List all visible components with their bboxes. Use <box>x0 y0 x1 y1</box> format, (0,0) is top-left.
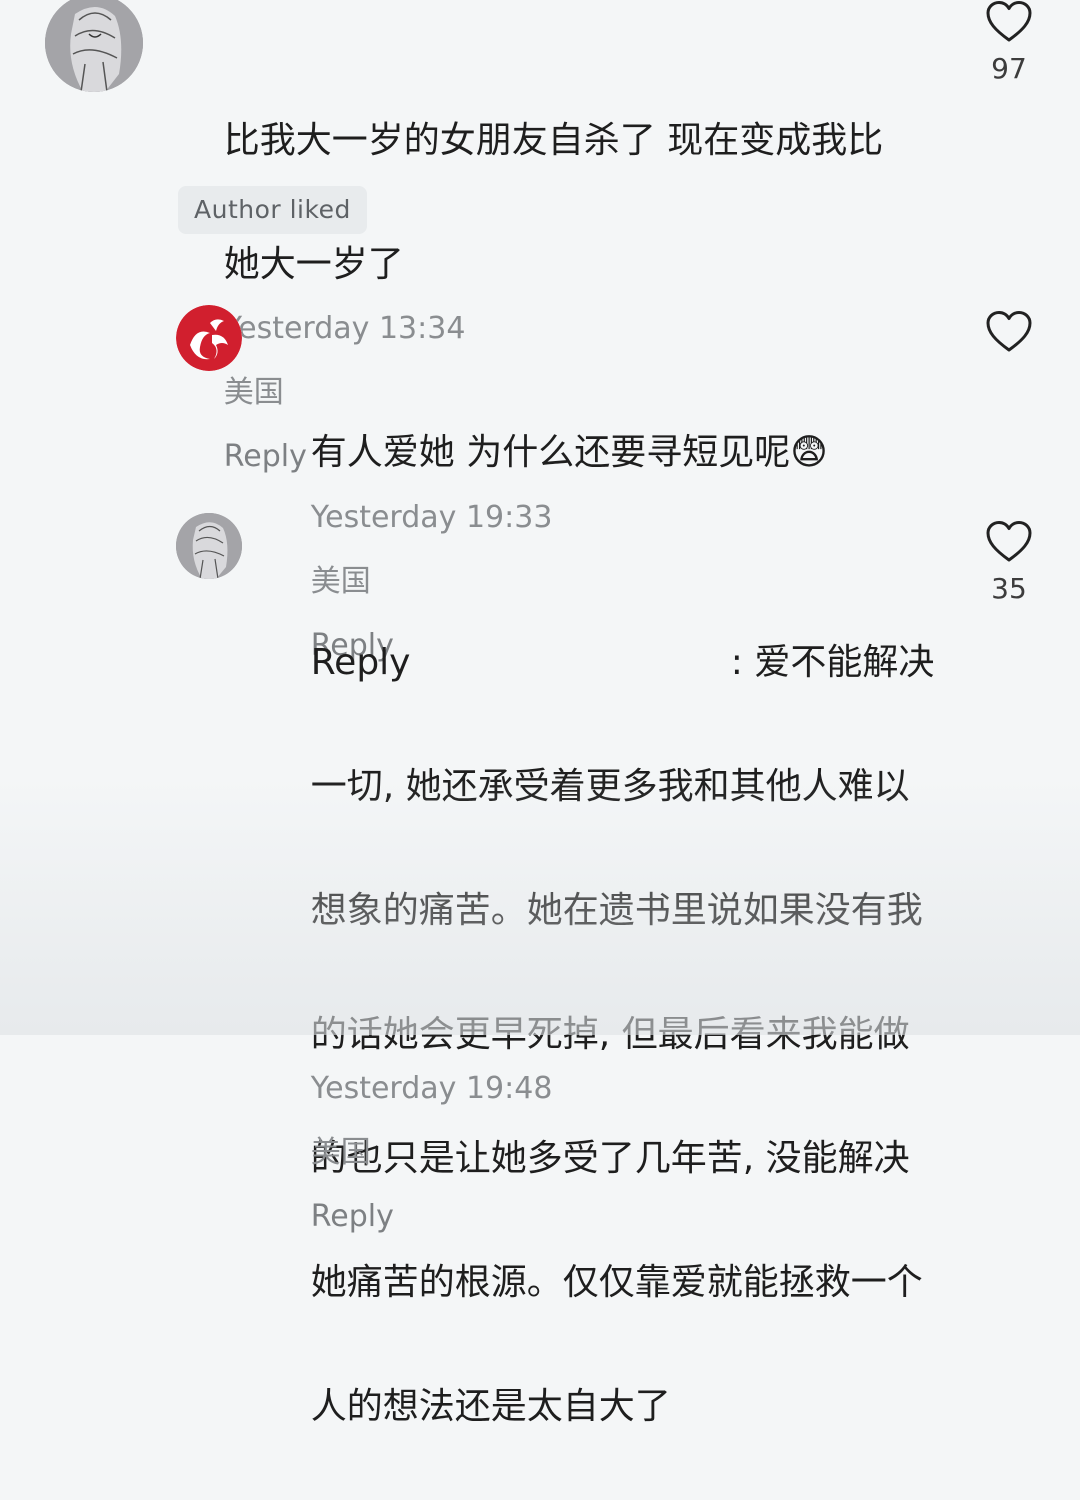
comment-location: 美国 <box>310 1135 371 1170</box>
comment-meta: Yesterday 19:48 美国 Reply <box>265 994 905 1310</box>
comment-timestamp: Yesterday 13:34 <box>223 311 466 346</box>
comment-text-line: 比我大一岁的女朋友自杀了 现在变成我比 <box>223 120 884 161</box>
heart-outline-icon[interactable] <box>985 520 1033 564</box>
heart-outline-icon[interactable] <box>985 0 1033 44</box>
comment-timestamp: Yesterday 19:48 <box>310 1071 553 1106</box>
reply-prefix: Reply <box>310 642 411 683</box>
like-group: 97 <box>979 0 1039 85</box>
like-count: 35 <box>991 572 1027 605</box>
comment-text-line: 想象的痛苦。她在遗书里说如果没有我 <box>310 890 923 931</box>
comment-text-line: 她大一岁了 <box>223 244 404 285</box>
reply-button[interactable]: Reply <box>311 1199 394 1234</box>
author-liked-badge: Author liked <box>178 186 367 234</box>
comment-text-line: : 爱不能解决 <box>730 642 935 683</box>
commenter-avatar[interactable] <box>176 305 242 371</box>
commenter-avatar[interactable] <box>176 513 242 579</box>
comment-text-line: 人的想法还是太自大了 <box>310 1386 671 1427</box>
comment-text-line: 一切, 她还承受着更多我和其他人难以 <box>310 766 910 807</box>
heart-outline-icon[interactable] <box>985 310 1033 354</box>
like-count: 97 <box>991 52 1027 85</box>
like-group: 35 <box>979 520 1039 605</box>
like-group <box>979 310 1039 354</box>
comment-timestamp: Yesterday 19:33 <box>310 500 553 535</box>
commenter-avatar[interactable] <box>45 0 143 92</box>
comment-thread: 比我大一岁的女朋友自杀了 现在变成我比 她大一岁了 Yesterday 13:3… <box>0 0 1080 1427</box>
